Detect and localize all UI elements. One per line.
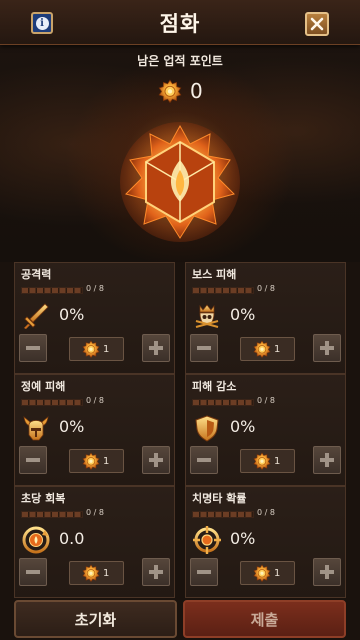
submit-button[interactable]: 제출 xyxy=(183,600,346,638)
progress-text: 0 / 8 xyxy=(86,508,104,517)
stat-name: 치명타 확률 xyxy=(192,492,247,505)
stat-card-regen: 초당 회복 0 / 8 0.0 1 xyxy=(14,486,175,598)
close-icon xyxy=(310,17,324,31)
progress-text: 0 / 8 xyxy=(86,396,104,405)
minus-icon xyxy=(197,570,211,574)
increase-button[interactable] xyxy=(142,334,170,362)
plus-icon xyxy=(149,565,163,579)
decrease-button[interactable] xyxy=(190,558,218,586)
plus-icon xyxy=(149,453,163,467)
stat-name: 피해 감소 xyxy=(192,380,237,393)
minus-icon xyxy=(26,458,40,462)
increase-button[interactable] xyxy=(313,334,341,362)
upgrade-cost-button[interactable]: 1 xyxy=(69,561,124,585)
increase-button[interactable] xyxy=(142,446,170,474)
reset-button[interactable]: 초기화 xyxy=(14,600,177,638)
stat-value: 0% xyxy=(230,529,256,548)
regen-icon xyxy=(22,526,50,554)
stat-value: 0% xyxy=(59,305,85,324)
progress-bar xyxy=(21,287,83,294)
progress-text: 0 / 8 xyxy=(257,284,275,293)
decrease-button[interactable] xyxy=(19,558,47,586)
cost-value: 1 xyxy=(103,567,110,579)
horned-helmet-icon xyxy=(23,416,49,441)
ember-coin-icon xyxy=(253,452,271,470)
decrease-button[interactable] xyxy=(190,446,218,474)
points-display: 0 xyxy=(158,78,203,104)
stat-name: 정예 피해 xyxy=(21,380,66,393)
progress-bar xyxy=(192,511,254,518)
minus-icon xyxy=(26,346,40,350)
decrease-button[interactable] xyxy=(19,446,47,474)
top-bar: i 점화 xyxy=(0,0,360,45)
sword-icon xyxy=(24,303,49,329)
upgrade-cost-button[interactable]: 1 xyxy=(240,337,295,361)
progress-text: 0 / 8 xyxy=(257,508,275,517)
stat-value: 0.0 xyxy=(59,529,85,548)
minus-icon xyxy=(197,346,211,350)
upgrade-cost-button[interactable]: 1 xyxy=(240,449,295,473)
stats-panel: 공격력 0 / 8 0% 1 보스 피해 0 / 8 0% 1 정예 피해 0 … xyxy=(14,262,346,598)
stat-value: 0% xyxy=(59,417,85,436)
ember-coin-icon xyxy=(253,340,271,358)
plus-icon xyxy=(149,341,163,355)
stat-card-attack: 공격력 0 / 8 0% 1 xyxy=(14,262,175,374)
cost-value: 1 xyxy=(103,343,110,355)
cost-value: 1 xyxy=(274,567,281,579)
shield-icon xyxy=(195,415,219,442)
stat-name: 공격력 xyxy=(21,268,52,281)
progress-bar xyxy=(192,399,254,406)
upgrade-cost-button[interactable]: 1 xyxy=(69,449,124,473)
progress-bar xyxy=(192,287,254,294)
progress-text: 0 / 8 xyxy=(86,284,104,293)
progress-bar xyxy=(21,399,83,406)
points-label: 남은 업적 포인트 xyxy=(137,54,223,68)
ember-coin-icon xyxy=(82,564,100,582)
ember-coin-icon xyxy=(158,79,182,103)
stat-card-damage-reduction: 피해 감소 0 / 8 0% 1 xyxy=(185,374,346,486)
stat-name: 초당 회복 xyxy=(21,492,66,505)
stat-value: 0% xyxy=(230,417,256,436)
points-value: 0 xyxy=(190,79,203,103)
stat-card-elite-damage: 정예 피해 0 / 8 0% 1 xyxy=(14,374,175,486)
cost-value: 1 xyxy=(103,455,110,467)
stat-value: 0% xyxy=(230,305,256,324)
minus-icon xyxy=(197,458,211,462)
decrease-button[interactable] xyxy=(19,334,47,362)
decrease-button[interactable] xyxy=(190,334,218,362)
minus-icon xyxy=(26,570,40,574)
stat-card-crit-chance: 치명타 확률 0 / 8 0% 1 xyxy=(185,486,346,598)
plus-icon xyxy=(320,341,334,355)
skull-crown-icon xyxy=(195,304,219,328)
increase-button[interactable] xyxy=(313,558,341,586)
stat-card-boss-damage: 보스 피해 0 / 8 0% 1 xyxy=(185,262,346,374)
fire-emblem-icon xyxy=(120,122,240,242)
close-button[interactable] xyxy=(305,12,329,36)
ember-coin-icon xyxy=(82,340,100,358)
plus-icon xyxy=(320,453,334,467)
progress-text: 0 / 8 xyxy=(257,396,275,405)
progress-bar xyxy=(21,511,83,518)
increase-button[interactable] xyxy=(313,446,341,474)
cost-value: 1 xyxy=(274,455,281,467)
crosshair-icon xyxy=(193,526,221,554)
cost-value: 1 xyxy=(274,343,281,355)
ember-coin-icon xyxy=(253,564,271,582)
upgrade-cost-button[interactable]: 1 xyxy=(69,337,124,361)
stat-name: 보스 피해 xyxy=(192,268,237,281)
upgrade-cost-button[interactable]: 1 xyxy=(240,561,295,585)
increase-button[interactable] xyxy=(142,558,170,586)
ember-coin-icon xyxy=(82,452,100,470)
plus-icon xyxy=(320,565,334,579)
